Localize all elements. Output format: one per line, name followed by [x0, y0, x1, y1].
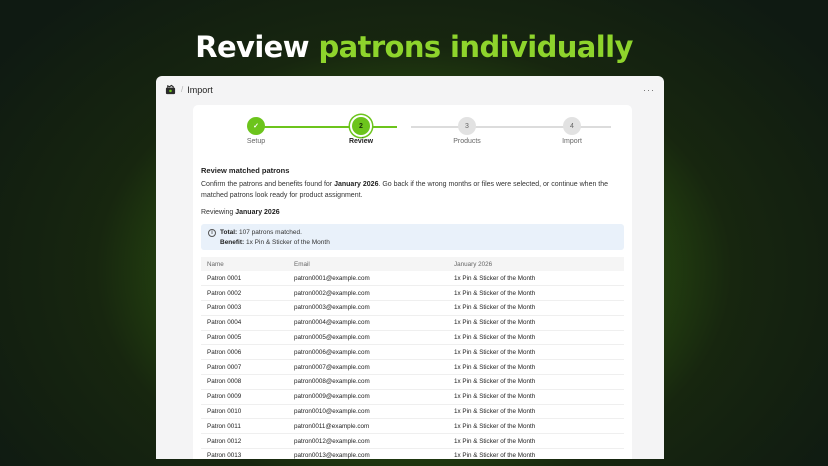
- cell-email: patron0002@example.com: [288, 285, 448, 302]
- step-setup-check-icon: ✓: [247, 117, 265, 135]
- cell-benefit: 1x Pin & Sticker of the Month: [448, 418, 624, 435]
- table-row[interactable]: Patron 0009 patron0009@example.com 1x Pin …: [201, 389, 624, 405]
- cell-benefit: 1x Pin & Sticker of the Month: [448, 285, 624, 302]
- cell-name: Patron 0003: [201, 300, 288, 316]
- cell-email: patron0011@example.com: [288, 418, 448, 435]
- step-setup-label: Setup: [246, 138, 266, 145]
- cell-benefit: 1x Pin & Sticker of the Month: [448, 404, 624, 420]
- table-row[interactable]: Patron 0008 patron0008@example.com 1x Pin …: [201, 374, 624, 390]
- window-title: Import: [187, 84, 213, 95]
- step-products-number: 3: [458, 117, 476, 135]
- cell-benefit: 1x Pin & Sticker of the Month: [448, 433, 624, 450]
- section-title: Review matched patrons: [201, 166, 290, 175]
- cell-email: patron0005@example.com: [288, 330, 448, 346]
- summary-benefit: Benefit: 1x Pin & Sticker of the Month: [220, 239, 330, 246]
- title-bar: / Import ···: [156, 76, 664, 103]
- cell-email: patron0008@example.com: [288, 374, 448, 390]
- cell-name: Patron 0001: [201, 271, 288, 287]
- step-import[interactable]: 4 Import: [537, 117, 607, 145]
- cell-benefit: 1x Pin & Sticker of the Month: [448, 271, 624, 287]
- table-row[interactable]: Patron 0011 patron0011@example.com 1x Pin …: [201, 418, 624, 435]
- table-row[interactable]: Patron 0002 patron0002@example.com 1x Pin …: [201, 285, 624, 302]
- cell-benefit: 1x Pin & Sticker of the Month: [448, 344, 624, 361]
- cell-benefit: 1x Pin & Sticker of the Month: [448, 374, 624, 390]
- table-row[interactable]: Patron 0013 patron0013@example.com 1x Pin …: [201, 448, 624, 459]
- cell-email: patron0004@example.com: [288, 315, 448, 331]
- cell-benefit: 1x Pin & Sticker of the Month: [448, 330, 624, 346]
- step-review-number: 2: [352, 117, 370, 135]
- table-row[interactable]: Patron 0005 patron0005@example.com 1x Pin …: [201, 330, 624, 346]
- table-row[interactable]: Patron 0007 patron0007@example.com 1x Pin …: [201, 359, 624, 376]
- cell-name: Patron 0005: [201, 330, 288, 346]
- section-description: Confirm the patrons and benefits found f…: [201, 181, 609, 199]
- table-row[interactable]: Patron 0004 patron0004@example.com 1x Pin …: [201, 315, 624, 331]
- cell-email: patron0009@example.com: [288, 389, 448, 405]
- cell-name: Patron 0011: [201, 418, 288, 435]
- cell-email: patron0007@example.com: [288, 359, 448, 376]
- headline-part1: Review: [195, 30, 309, 64]
- reviewing-month: January 2026: [235, 209, 280, 216]
- column-header-name[interactable]: Name: [201, 257, 288, 271]
- cell-email: patron0001@example.com: [288, 271, 448, 287]
- cell-email: patron0012@example.com: [288, 433, 448, 450]
- cell-name: Patron 0012: [201, 433, 288, 450]
- step-products-label: Products: [453, 138, 481, 145]
- app-icon: [165, 84, 176, 95]
- summary-total: Total: 107 patrons matched.: [220, 229, 302, 236]
- review-section: Review matched patrons Confirm the patro…: [193, 151, 632, 459]
- cell-email: patron0010@example.com: [288, 404, 448, 420]
- app-window: / Import ··· ✓ Setup 2 Review 3 Products…: [156, 76, 664, 459]
- cell-name: Patron 0002: [201, 285, 288, 302]
- step-review-label: Review: [348, 138, 374, 145]
- table-row[interactable]: Patron 0003 patron0003@example.com 1x Pin …: [201, 300, 624, 316]
- step-products[interactable]: 3 Products: [432, 117, 502, 145]
- cell-name: Patron 0007: [201, 359, 288, 376]
- cell-name: Patron 0006: [201, 344, 288, 361]
- step-setup[interactable]: ✓ Setup: [221, 117, 291, 145]
- reviewing-label: Reviewing January 2026: [201, 209, 280, 216]
- cell-benefit: 1x Pin & Sticker of the Month: [448, 448, 624, 459]
- step-import-number: 4: [563, 117, 581, 135]
- table-row[interactable]: Patron 0001 patron0001@example.com 1x Pin …: [201, 271, 624, 287]
- cell-benefit: 1x Pin & Sticker of the Month: [448, 389, 624, 405]
- cell-email: patron0006@example.com: [288, 344, 448, 361]
- cell-name: Patron 0010: [201, 404, 288, 420]
- cell-benefit: 1x Pin & Sticker of the Month: [448, 300, 624, 316]
- cell-name: Patron 0008: [201, 374, 288, 390]
- summary-callout: i Total: 107 patrons matched. Benefit: 1…: [201, 224, 624, 250]
- step-review[interactable]: 2 Review: [326, 117, 396, 145]
- import-stepper: ✓ Setup 2 Review 3 Products 4 Import: [193, 105, 632, 151]
- cell-name: Patron 0009: [201, 389, 288, 405]
- patrons-table: Name Email January 2026 Patron 0001 patro…: [201, 257, 624, 459]
- table-header-row: Name Email January 2026: [201, 257, 624, 271]
- import-card: ✓ Setup 2 Review 3 Products 4 Import Rev…: [193, 105, 632, 459]
- cell-benefit: 1x Pin & Sticker of the Month: [448, 315, 624, 331]
- more-options-icon[interactable]: ···: [643, 85, 655, 95]
- table-row[interactable]: Patron 0012 patron0012@example.com 1x Pin …: [201, 433, 624, 450]
- table-row[interactable]: Patron 0006 patron0006@example.com 1x Pin …: [201, 344, 624, 361]
- step-import-label: Import: [562, 138, 582, 145]
- cell-email: patron0013@example.com: [288, 448, 448, 459]
- info-icon: i: [208, 229, 216, 237]
- headline-part2: patrons individually: [318, 30, 633, 64]
- cell-benefit: 1x Pin & Sticker of the Month: [448, 359, 624, 376]
- table-row[interactable]: Patron 0010 patron0010@example.com 1x Pin …: [201, 404, 624, 420]
- page-headline: Review patrons individually: [0, 30, 828, 64]
- column-header-month[interactable]: January 2026: [448, 257, 624, 271]
- cell-name: Patron 0013: [201, 448, 288, 459]
- cell-name: Patron 0004: [201, 315, 288, 331]
- cell-email: patron0003@example.com: [288, 300, 448, 316]
- column-header-email[interactable]: Email: [288, 257, 448, 271]
- description-month: January 2026: [334, 181, 379, 188]
- title-separator: /: [181, 85, 184, 94]
